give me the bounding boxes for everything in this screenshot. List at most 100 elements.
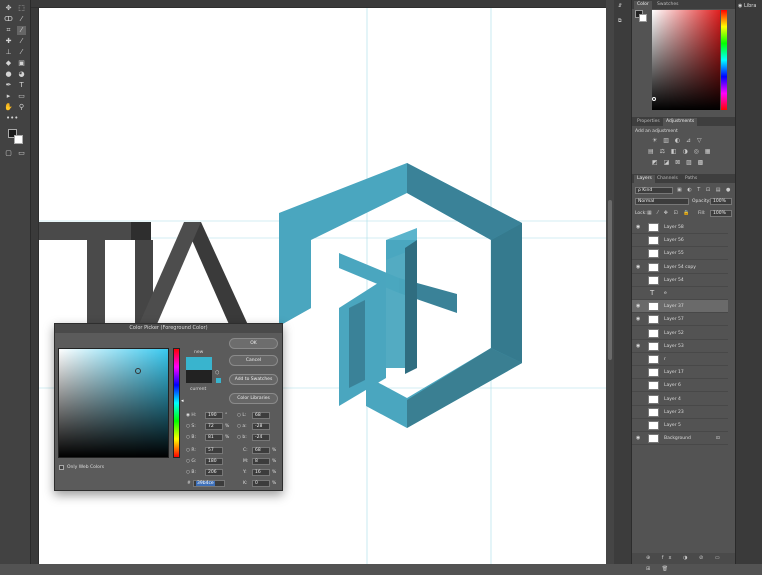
color-field-cursor[interactable] — [135, 368, 141, 374]
tab-channels[interactable]: Channels — [654, 175, 681, 183]
more-tools-icon[interactable]: ••• — [6, 114, 18, 123]
layer-row[interactable]: Layer 55 — [632, 247, 728, 261]
layer-row[interactable]: Layer 5 — [632, 419, 728, 432]
marquee-tool-icon[interactable]: ⬚ — [17, 4, 26, 13]
g-field[interactable]: 180 — [205, 458, 223, 465]
a-radio[interactable]: ○ a: — [237, 423, 247, 430]
adjustment-icons-row-2[interactable]: ▤ ⚖ ◧ ◑ ◎ ▦ — [648, 148, 712, 155]
visibility-eye-icon[interactable]: ◉ — [636, 316, 640, 322]
lab-b-radio[interactable]: ○ b: — [237, 434, 247, 441]
lasso-tool-icon[interactable]: ↀ — [4, 15, 13, 24]
tab-layers[interactable]: Layers — [634, 175, 655, 183]
visibility-eye-icon[interactable]: ◉ — [636, 224, 640, 230]
visibility-eye-icon[interactable]: ◉ — [636, 435, 640, 441]
eyedropper-tool-icon[interactable]: ⁄ — [17, 26, 26, 35]
rectangle-tool-icon[interactable]: ▭ — [17, 92, 26, 101]
layer-row[interactable]: r — [632, 353, 728, 366]
layer-row[interactable]: Layer 23 — [632, 406, 728, 419]
visibility-eye-icon[interactable]: ◉ — [636, 264, 640, 270]
scroll-thumb[interactable] — [608, 200, 612, 360]
h-radio[interactable]: ◉ H: — [186, 412, 196, 419]
blue-field[interactable]: 206 — [205, 469, 223, 476]
m-field[interactable]: 8 — [252, 458, 270, 465]
hue-slider-arrow-icon[interactable]: ◂ — [181, 398, 184, 404]
lock-icons[interactable]: ▦ ⁄ ✥ ⊡ 🔒 — [647, 210, 692, 216]
eraser-tool-icon[interactable]: ◆ — [4, 59, 13, 68]
c-field[interactable]: 68 — [252, 447, 270, 454]
vertical-scrollbar[interactable] — [606, 0, 614, 564]
web-color-cube-icon[interactable] — [216, 378, 221, 383]
tab-color[interactable]: Color — [634, 1, 652, 9]
hue-strip[interactable] — [173, 348, 180, 458]
blend-mode-select[interactable]: Normal — [635, 198, 689, 205]
h-field[interactable]: 190 — [205, 412, 223, 419]
layer-kind-filter[interactable]: ρ Kind — [635, 187, 673, 194]
k-field[interactable]: 0 — [252, 480, 270, 487]
l-radio[interactable]: ○ L: — [237, 412, 246, 419]
lab-b-field[interactable]: -24 — [252, 434, 270, 441]
quick-mask-icon[interactable]: ▢ — [4, 149, 13, 158]
visibility-eye-icon[interactable]: ◉ — [636, 343, 640, 349]
y-field[interactable]: 16 — [252, 469, 270, 476]
layer-filter-icons[interactable]: ▣ ◐ T ⊡ ▤ ● — [677, 187, 732, 193]
r-radio[interactable]: ○ R: — [186, 447, 196, 454]
color-field[interactable] — [652, 10, 720, 110]
bg-color-chip[interactable] — [639, 14, 647, 22]
layer-actions-bar[interactable]: ⊕ fx ◑ ⊘ ▭ ⊞ 🗑 — [632, 553, 736, 572]
healing-brush-icon[interactable]: ✚ — [4, 37, 13, 46]
color-libraries-button[interactable]: Color Libraries — [229, 393, 278, 404]
move-tool-icon[interactable]: ✥ — [4, 4, 13, 13]
pen-tool-icon[interactable]: ✒ — [4, 81, 13, 90]
arrange-icon[interactable]: ⧉ — [618, 18, 622, 24]
ok-button[interactable]: OK — [229, 338, 278, 349]
blur-tool-icon[interactable]: ● — [4, 70, 13, 79]
s-field[interactable]: 72 — [205, 423, 223, 430]
s-radio[interactable]: ○ S: — [186, 423, 196, 430]
libraries-tab[interactable]: ◉ Libra — [738, 3, 756, 9]
layer-row[interactable]: ◉ Background ⊡ — [632, 432, 728, 446]
bc-radio[interactable]: ○ B: — [186, 469, 196, 476]
magic-wand-icon[interactable]: ⁄ — [17, 15, 26, 24]
bv-radio[interactable]: ○ B: — [186, 434, 196, 441]
a-field[interactable]: -28 — [252, 423, 270, 430]
g-radio[interactable]: ○ G: — [186, 458, 196, 465]
clone-stamp-icon[interactable]: ⊥ — [4, 48, 13, 57]
layer-row[interactable]: Layer 54 — [632, 274, 728, 287]
gamut-warning-icon[interactable]: ⬡ — [215, 370, 219, 376]
layer-row[interactable]: ◉ Layer 53 — [632, 340, 728, 353]
layer-row[interactable]: ◉ Layer 54 copy — [632, 261, 728, 274]
hand-tool-icon[interactable]: ✋ — [4, 103, 13, 112]
dodge-tool-icon[interactable]: ◕ — [17, 70, 26, 79]
type-tool-icon[interactable]: T — [17, 81, 26, 90]
saturation-brightness-field[interactable] — [58, 348, 169, 458]
visibility-eye-icon[interactable]: ◉ — [636, 303, 640, 309]
screen-mode-icon[interactable]: ▭ — [17, 149, 26, 158]
r-field[interactable]: 57 — [205, 447, 223, 454]
brush-tool-icon[interactable]: ⁄ — [17, 37, 26, 46]
tab-properties[interactable]: Properties — [634, 118, 663, 126]
history-brush-icon[interactable]: ⁄ — [17, 48, 26, 57]
history-icon[interactable]: ⇵ — [618, 3, 622, 9]
zoom-tool-icon[interactable]: ⚲ — [17, 103, 26, 112]
layer-row[interactable]: Layer 4 — [632, 393, 728, 406]
hue-slider[interactable] — [721, 10, 727, 110]
layer-row[interactable]: ◉ Layer 57 — [632, 313, 728, 327]
background-color-swatch[interactable] — [14, 135, 23, 144]
layer-row[interactable]: Layer 56 — [632, 234, 728, 248]
cancel-button[interactable]: Cancel — [229, 355, 278, 366]
layer-row[interactable]: Layer 52 — [632, 327, 728, 340]
crop-tool-icon[interactable]: ⌗ — [4, 26, 13, 35]
tab-swatches[interactable]: Swatches — [654, 1, 682, 9]
tab-paths[interactable]: Paths — [682, 175, 700, 183]
brightness-field[interactable]: 81 — [205, 434, 223, 441]
color-field-marker[interactable] — [652, 97, 656, 101]
layer-row[interactable]: Layer 6 — [632, 379, 728, 393]
layer-row[interactable]: ◉ Layer 58 — [632, 221, 728, 234]
opacity-input[interactable]: 100% — [710, 198, 732, 205]
layer-row[interactable]: ◉ Layer 37 — [632, 300, 728, 314]
hex-field[interactable]: 39b4ce — [193, 480, 225, 487]
layer-row[interactable]: Layer 17 — [632, 366, 728, 380]
gradient-tool-icon[interactable]: ▣ — [17, 59, 26, 68]
tab-adjustments[interactable]: Adjustments — [663, 118, 698, 126]
current-color-swatch[interactable] — [186, 370, 212, 383]
